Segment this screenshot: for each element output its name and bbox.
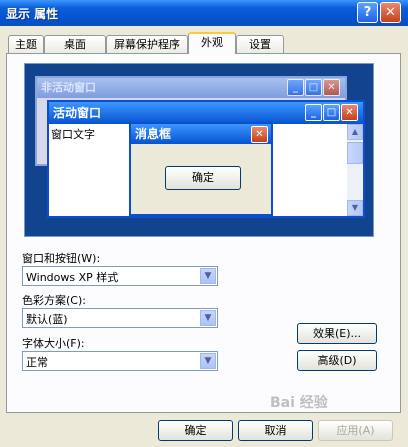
chevron-down-icon[interactable]: ▼	[200, 310, 216, 326]
scroll-thumb	[347, 142, 363, 164]
font-size-value: 正常	[26, 356, 48, 369]
inactive-window-title: 非活动窗口	[41, 81, 96, 94]
scroll-up-icon: ▲	[347, 124, 363, 140]
close-button[interactable]: ✕	[380, 2, 401, 23]
watermark: Bai 经验	[270, 395, 328, 411]
close-icon: ✕	[251, 126, 268, 143]
windows-buttons-select[interactable]: Windows XP 样式 ▼	[22, 266, 218, 286]
window-text-sample: 窗口文字	[51, 128, 95, 141]
preview-scrollbar: ▲ ▼	[347, 124, 363, 216]
apply-button[interactable]: 应用(A)	[318, 420, 393, 441]
ok-button[interactable]: 确定	[158, 420, 233, 441]
tab-screensaver[interactable]: 屏幕保护程序	[106, 35, 188, 53]
window-title: 显示 属性	[6, 7, 59, 21]
appearance-preview: 非活动窗口 _ □ ✕ 活动窗口 _ □ ✕ 窗口文字 ▲ ▼ 消息框 ✕ 确定	[24, 63, 374, 237]
maximize-icon: □	[305, 79, 322, 96]
display-properties-window: 显示 属性 ? ✕ 主题 桌面 屏幕保护程序 外观 设置 非活动窗口 _ □ ✕…	[0, 0, 408, 447]
color-scheme-value: 默认(蓝)	[26, 313, 68, 326]
advanced-button[interactable]: 高级(D)	[297, 350, 377, 371]
title-bar[interactable]: 显示 属性 ? ✕	[0, 0, 408, 26]
font-size-label: 字体大小(F):	[22, 337, 85, 350]
font-size-select[interactable]: 正常 ▼	[22, 351, 218, 371]
message-box-caption: 消息框 ✕	[131, 124, 271, 144]
minimize-icon: _	[305, 104, 322, 121]
active-window-title: 活动窗口	[53, 106, 102, 120]
color-scheme-label: 色彩方案(C):	[22, 294, 86, 307]
message-box-ok-button: 确定	[165, 166, 241, 190]
message-box-title: 消息框	[135, 127, 172, 141]
message-box-preview: 消息框 ✕ 确定	[129, 122, 273, 216]
windows-buttons-label: 窗口和按钮(W):	[22, 252, 101, 265]
inactive-window-caption: 非活动窗口 _ □ ✕	[37, 78, 345, 98]
tab-settings[interactable]: 设置	[236, 35, 284, 53]
help-button[interactable]: ?	[357, 2, 378, 23]
windows-buttons-value: Windows XP 样式	[26, 271, 119, 284]
close-icon: ✕	[323, 79, 340, 96]
active-window-preview: 活动窗口 _ □ ✕ 窗口文字 ▲ ▼ 消息框 ✕ 确定	[47, 100, 365, 218]
minimize-icon: _	[287, 79, 304, 96]
active-window-caption: 活动窗口 _ □ ✕	[49, 102, 363, 124]
tab-appearance[interactable]: 外观	[188, 32, 236, 54]
cancel-button[interactable]: 取消	[238, 420, 313, 441]
color-scheme-select[interactable]: 默认(蓝) ▼	[22, 308, 218, 328]
scroll-down-icon: ▼	[347, 200, 363, 216]
tab-desktop[interactable]: 桌面	[44, 35, 106, 53]
chevron-down-icon[interactable]: ▼	[200, 268, 216, 284]
maximize-icon: □	[323, 104, 340, 121]
effects-button[interactable]: 效果(E)...	[297, 323, 377, 344]
close-icon: ✕	[341, 104, 358, 121]
chevron-down-icon[interactable]: ▼	[200, 353, 216, 369]
tab-theme[interactable]: 主题	[8, 35, 44, 53]
